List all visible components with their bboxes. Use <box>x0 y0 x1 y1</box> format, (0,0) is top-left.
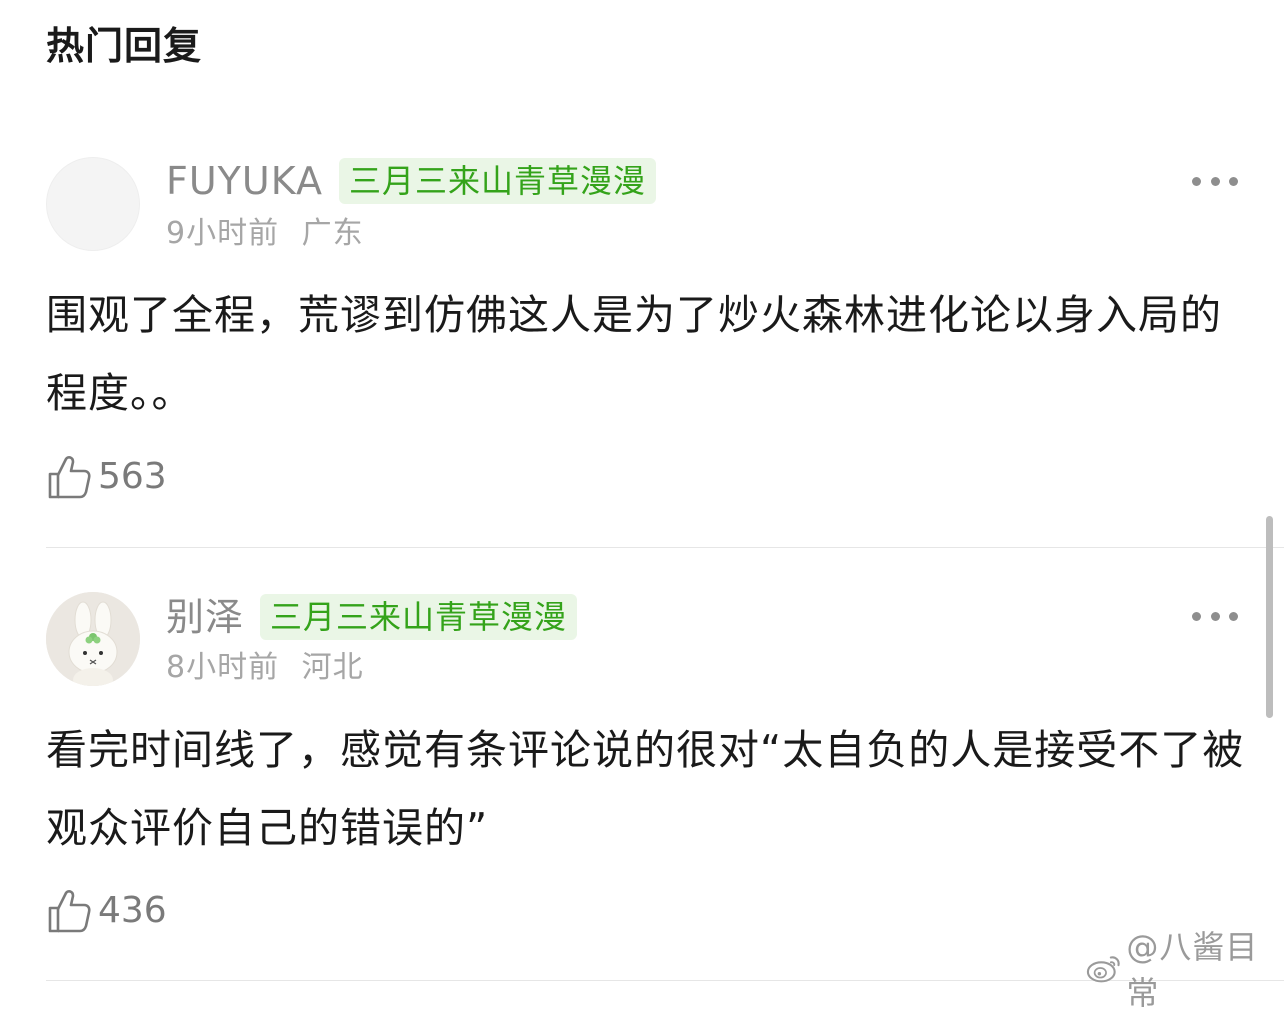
section-title: 热门回复 <box>46 24 203 68</box>
dot-icon <box>1192 176 1201 186</box>
username[interactable]: 别泽 <box>166 591 244 643</box>
thumbs-up-icon <box>48 456 91 499</box>
dot-icon <box>1192 611 1201 621</box>
dot-icon <box>1210 611 1220 621</box>
more-options-button[interactable] <box>1192 174 1238 188</box>
fan-badge[interactable]: 三月三来山青草漫漫 <box>338 158 656 204</box>
avatar[interactable] <box>46 592 140 686</box>
user-row: 别泽 三月三来山青草漫漫 <box>166 591 578 643</box>
comment-text: 围观了全程，荒谬到仿佛这人是为了炒火森林进化论以身入局的程度。。 <box>46 291 1222 417</box>
comment-text: 看完时间线了，感觉有条评论说的很对“太自负的人是接受不了被观众评价自己的错误的” <box>46 726 1245 852</box>
like-count: 436 <box>98 890 167 931</box>
like-count: 563 <box>98 456 167 497</box>
comment-meta: 8小时前 河北 <box>166 648 364 688</box>
comment-location: 广东 <box>301 216 364 251</box>
like-button[interactable]: 563 <box>46 452 167 502</box>
like-button[interactable]: 436 <box>46 886 167 936</box>
dot-icon <box>1229 176 1238 186</box>
thumbs-up-icon <box>48 890 91 933</box>
dot-icon <box>1210 176 1220 186</box>
fan-badge[interactable]: 三月三来山青草漫漫 <box>260 594 578 640</box>
username[interactable]: FUYUKA <box>166 155 323 207</box>
weibo-icon <box>1086 956 1120 983</box>
dot-icon <box>1229 611 1238 621</box>
comment-meta: 9小时前 广东 <box>166 214 364 254</box>
comment-time: 8小时前 <box>166 650 280 685</box>
avatar[interactable] <box>46 157 140 251</box>
scrollbar[interactable] <box>1266 516 1273 718</box>
watermark: @八酱目常 <box>1086 928 1284 1012</box>
comment-location: 河北 <box>301 650 364 685</box>
bunny-plush-avatar-icon <box>46 592 140 686</box>
comment-time: 9小时前 <box>166 216 280 251</box>
watermark-text: @八酱目常 <box>1126 928 1259 1012</box>
user-row: FUYUKA 三月三来山青草漫漫 <box>166 155 656 207</box>
divider <box>46 547 1284 548</box>
more-options-button[interactable] <box>1192 609 1238 623</box>
